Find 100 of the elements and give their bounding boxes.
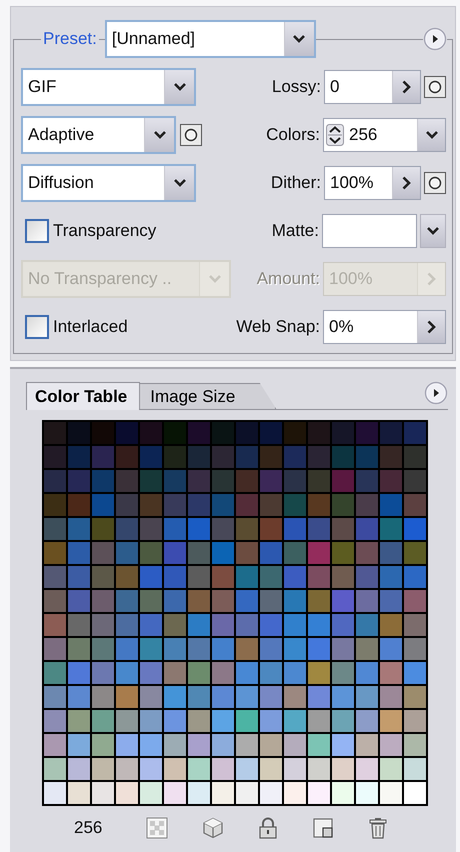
color-swatch[interactable] bbox=[188, 710, 210, 732]
color-swatch[interactable] bbox=[308, 686, 330, 708]
color-swatch[interactable] bbox=[140, 566, 162, 588]
color-swatch[interactable] bbox=[44, 494, 66, 516]
color-swatch[interactable] bbox=[68, 782, 90, 804]
cube-icon[interactable] bbox=[202, 817, 224, 839]
color-swatch[interactable] bbox=[284, 518, 306, 540]
color-swatch[interactable] bbox=[404, 710, 426, 732]
color-swatch[interactable] bbox=[380, 590, 402, 612]
color-swatch[interactable] bbox=[356, 662, 378, 684]
color-swatch[interactable] bbox=[44, 614, 66, 636]
color-swatch[interactable] bbox=[284, 590, 306, 612]
color-swatch[interactable] bbox=[164, 638, 186, 660]
color-swatch[interactable] bbox=[212, 782, 234, 804]
color-swatch[interactable] bbox=[308, 566, 330, 588]
color-swatch[interactable] bbox=[236, 518, 258, 540]
color-swatch[interactable] bbox=[308, 638, 330, 660]
color-swatch[interactable] bbox=[356, 494, 378, 516]
color-swatch[interactable] bbox=[308, 614, 330, 636]
color-swatch[interactable] bbox=[356, 446, 378, 468]
color-swatch[interactable] bbox=[44, 422, 66, 444]
color-swatch[interactable] bbox=[260, 446, 282, 468]
color-swatch[interactable] bbox=[260, 686, 282, 708]
color-swatch[interactable] bbox=[188, 662, 210, 684]
dropdown-arrow-button[interactable] bbox=[164, 70, 194, 104]
color-swatch[interactable] bbox=[188, 638, 210, 660]
color-swatch[interactable] bbox=[44, 758, 66, 780]
color-swatch[interactable] bbox=[92, 686, 114, 708]
color-swatch[interactable] bbox=[188, 542, 210, 564]
color-swatch[interactable] bbox=[92, 710, 114, 732]
color-swatch[interactable] bbox=[356, 782, 378, 804]
slider-arrow-button[interactable] bbox=[392, 167, 420, 199]
color-swatch[interactable] bbox=[332, 422, 354, 444]
menu-button[interactable] bbox=[423, 27, 447, 51]
color-swatch[interactable] bbox=[44, 638, 66, 660]
color-swatch[interactable] bbox=[332, 686, 354, 708]
checkbox[interactable]: Interlaced bbox=[21, 315, 128, 339]
color-swatch[interactable] bbox=[68, 662, 90, 684]
color-swatch[interactable] bbox=[260, 518, 282, 540]
color-swatch[interactable] bbox=[116, 638, 138, 660]
color-swatch[interactable] bbox=[404, 518, 426, 540]
color-swatch[interactable] bbox=[284, 566, 306, 588]
color-swatch[interactable] bbox=[404, 662, 426, 684]
color-swatch[interactable] bbox=[332, 494, 354, 516]
color-swatch[interactable] bbox=[68, 470, 90, 492]
color-swatch[interactable] bbox=[212, 542, 234, 564]
color-swatch[interactable] bbox=[116, 758, 138, 780]
color-swatch[interactable] bbox=[380, 446, 402, 468]
color-swatch[interactable] bbox=[380, 470, 402, 492]
color-swatch[interactable] bbox=[356, 686, 378, 708]
color-swatch[interactable] bbox=[44, 446, 66, 468]
color-swatch[interactable] bbox=[332, 542, 354, 564]
color-swatch[interactable] bbox=[380, 494, 402, 516]
color-swatch[interactable] bbox=[260, 758, 282, 780]
color-swatch[interactable] bbox=[260, 470, 282, 492]
color-swatch[interactable] bbox=[92, 734, 114, 756]
color-swatch[interactable] bbox=[260, 662, 282, 684]
color-swatch[interactable] bbox=[404, 494, 426, 516]
dropdown-arrow-button[interactable] bbox=[284, 22, 314, 56]
color-swatch[interactable] bbox=[92, 590, 114, 612]
color-swatch[interactable] bbox=[164, 782, 186, 804]
color-swatch[interactable] bbox=[308, 782, 330, 804]
color-swatch[interactable] bbox=[188, 566, 210, 588]
color-swatch[interactable] bbox=[44, 662, 66, 684]
color-swatch[interactable] bbox=[356, 470, 378, 492]
color-swatch[interactable] bbox=[260, 494, 282, 516]
color-swatch[interactable] bbox=[92, 446, 114, 468]
color-swatch[interactable] bbox=[68, 758, 90, 780]
color-swatch[interactable] bbox=[164, 758, 186, 780]
color-swatch[interactable] bbox=[404, 638, 426, 660]
color-swatch[interactable] bbox=[140, 614, 162, 636]
color-swatch[interactable] bbox=[212, 758, 234, 780]
color-swatch[interactable] bbox=[140, 782, 162, 804]
dropdown-arrow-button[interactable] bbox=[144, 118, 174, 152]
color-swatch[interactable] bbox=[116, 734, 138, 756]
color-swatch[interactable] bbox=[212, 614, 234, 636]
color-swatch[interactable] bbox=[92, 662, 114, 684]
color-swatch[interactable] bbox=[380, 782, 402, 804]
color-swatch[interactable] bbox=[140, 638, 162, 660]
tab[interactable]: Image Size bbox=[139, 383, 276, 409]
color-swatch[interactable] bbox=[260, 422, 282, 444]
dropdown[interactable]: Adaptive bbox=[21, 116, 176, 154]
color-swatch[interactable] bbox=[140, 758, 162, 780]
color-swatch[interactable] bbox=[356, 422, 378, 444]
color-swatch[interactable] bbox=[308, 470, 330, 492]
color-swatch[interactable] bbox=[212, 446, 234, 468]
color-swatch[interactable] bbox=[236, 542, 258, 564]
color-swatch[interactable] bbox=[68, 542, 90, 564]
color-swatch[interactable] bbox=[140, 518, 162, 540]
color-swatch[interactable] bbox=[356, 566, 378, 588]
color-swatch[interactable] bbox=[164, 710, 186, 732]
color-swatch[interactable] bbox=[284, 686, 306, 708]
color-swatch[interactable] bbox=[188, 470, 210, 492]
color-swatch[interactable] bbox=[404, 470, 426, 492]
dropdown-arrow-button[interactable] bbox=[417, 119, 445, 151]
color-swatch[interactable] bbox=[140, 494, 162, 516]
color-swatch[interactable] bbox=[92, 758, 114, 780]
slider-arrow-button[interactable] bbox=[392, 71, 420, 103]
color-swatch[interactable] bbox=[308, 422, 330, 444]
color-swatch[interactable] bbox=[284, 662, 306, 684]
